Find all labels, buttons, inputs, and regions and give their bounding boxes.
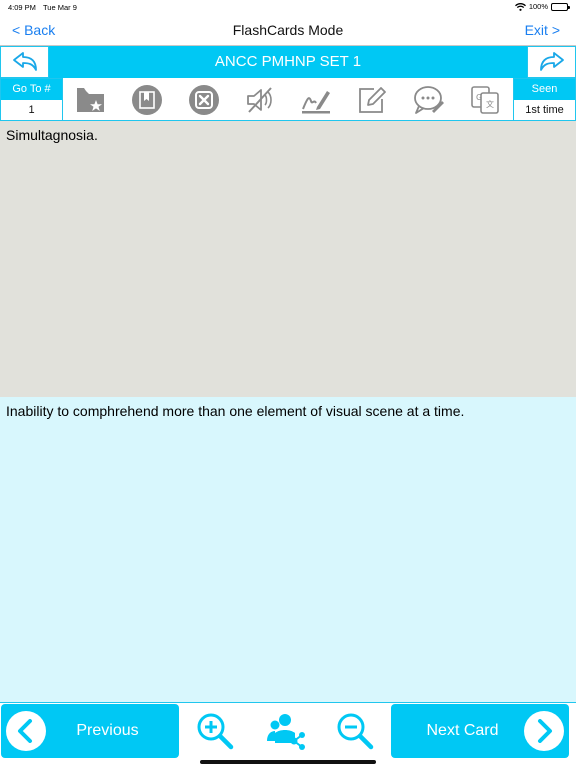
- navigation-bar: < Back FlashCards Mode Exit >: [0, 14, 576, 46]
- seen-value: 1st time: [525, 104, 564, 116]
- bottom-bar: Previous Next Card: [0, 702, 576, 758]
- previous-button[interactable]: Previous: [1, 704, 179, 758]
- chat-icon: [413, 85, 444, 114]
- favorite-folder-button[interactable]: [73, 82, 109, 118]
- draw-button[interactable]: [298, 82, 334, 118]
- set-header: ANCC PMHNP SET 1: [0, 46, 576, 78]
- bookmark-button[interactable]: [129, 82, 165, 118]
- zoom-in-button[interactable]: [193, 709, 237, 753]
- zoom-out-button[interactable]: [333, 709, 377, 753]
- mute-icon: [246, 86, 272, 113]
- wifi-icon: [514, 2, 526, 11]
- share-button[interactable]: [263, 709, 307, 753]
- chevron-right-icon: [524, 711, 564, 751]
- signature-icon: [302, 90, 331, 113]
- battery-icon: [551, 2, 570, 11]
- undo-button[interactable]: [0, 46, 49, 78]
- card-question: Simultagnosia.: [6, 127, 98, 143]
- bookmark-icon: [132, 84, 163, 115]
- card-question-panel[interactable]: Simultagnosia.: [0, 121, 576, 397]
- goto-label: Go To #: [1, 79, 62, 100]
- undo-arrow-icon: [12, 52, 37, 71]
- card-answer: Inability to comphrehend more than one e…: [6, 403, 465, 419]
- close-icon: [188, 84, 219, 115]
- next-card-button[interactable]: Next Card: [391, 704, 569, 758]
- share-users-icon: [267, 714, 305, 750]
- status-time: 4:09 PM: [8, 3, 36, 12]
- comment-button[interactable]: [411, 82, 447, 118]
- status-date: Tue Mar 9: [43, 3, 77, 12]
- folder-star-icon: [77, 87, 105, 112]
- status-bar: 4:09 PM Tue Mar 9 100%: [0, 0, 576, 14]
- battery-percent: 100%: [528, 2, 548, 11]
- set-title: ANCC PMHNP SET 1: [49, 46, 527, 78]
- edit-icon: [359, 86, 387, 113]
- sound-toggle-button[interactable]: [242, 82, 278, 118]
- translate-button[interactable]: G 文: [467, 82, 503, 118]
- chevron-left-icon: [6, 711, 46, 751]
- redo-button[interactable]: [527, 46, 576, 78]
- previous-label: Previous: [76, 722, 139, 739]
- page-title: FlashCards Mode: [232, 22, 344, 38]
- svg-text:文: 文: [486, 99, 494, 109]
- edit-note-button[interactable]: [354, 82, 390, 118]
- delete-card-button[interactable]: [186, 82, 222, 118]
- goto-value[interactable]: 1: [1, 100, 62, 121]
- goto-box[interactable]: Go To # 1: [0, 78, 63, 121]
- zoom-in-icon: [197, 713, 234, 750]
- status-right: 100%: [514, 2, 570, 11]
- redo-arrow-icon: [539, 52, 564, 71]
- translate-icon: G 文: [471, 85, 499, 114]
- tool-icons: G 文: [63, 78, 513, 121]
- bottom-tools: [180, 703, 390, 759]
- card-answer-panel[interactable]: Inability to comphrehend more than one e…: [0, 397, 576, 702]
- home-indicator[interactable]: [200, 760, 376, 764]
- exit-button[interactable]: Exit >: [525, 22, 560, 38]
- zoom-out-icon: [337, 713, 374, 750]
- next-card-label: Next Card: [426, 722, 499, 739]
- svg-text:G: G: [476, 93, 482, 102]
- seen-box: Seen 1st time: [513, 78, 576, 121]
- card-toolbar: Go To # 1 G 文 Seen 1st time: [0, 78, 576, 121]
- seen-label: Seen: [514, 79, 575, 100]
